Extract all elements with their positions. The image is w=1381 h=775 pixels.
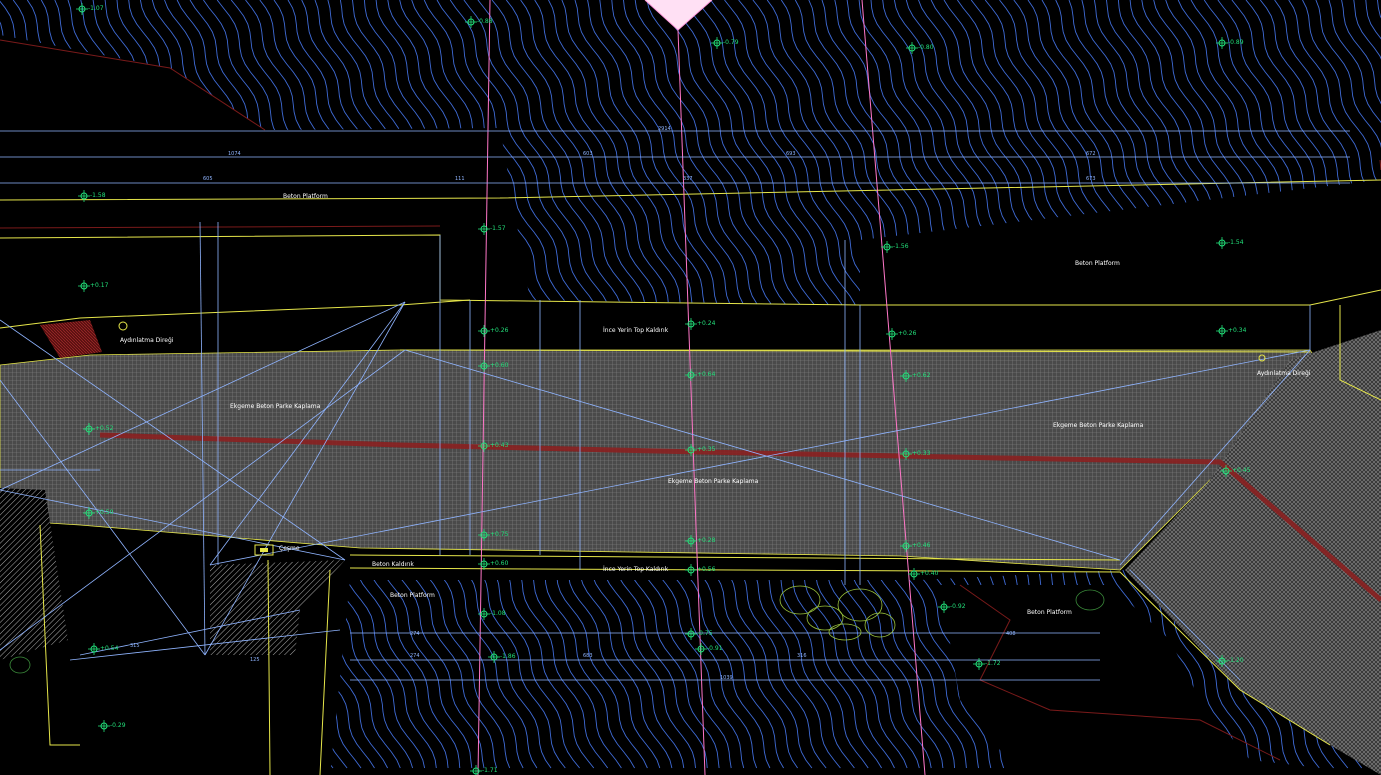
dimension-label: 683 (583, 653, 593, 659)
elevation-label: -1.72 (985, 660, 1001, 667)
dimension-label: 125 (250, 657, 260, 663)
elevation-label: -1.08 (490, 610, 506, 617)
elevation-label: +0.56 (697, 566, 716, 573)
dimension-label: 111 (455, 176, 465, 182)
elevation-label: +0.33 (912, 450, 931, 457)
elevation-label: +0.26 (490, 327, 509, 334)
label-kaldirim-top: İnce Yerin Top Kaldırık (603, 327, 669, 334)
elevation-label: +0.54 (100, 645, 119, 652)
elevation-label: +0.60 (490, 362, 509, 369)
elevation-label: -1.86 (500, 653, 516, 660)
elevation-label: -0.80 (918, 44, 934, 51)
dimension-label: 672 (1086, 151, 1096, 157)
elevation-label: +0.40 (920, 570, 939, 577)
elevation-label: +0.26 (898, 330, 917, 337)
label-cesme: Çeşme (279, 545, 300, 552)
elevation-label: -1.71 (482, 767, 498, 774)
elevation-label: -0.75 (697, 630, 713, 637)
elevation-label: -0.91 (707, 645, 723, 652)
elevation-label: -1.57 (490, 225, 506, 232)
elevation-label: +0.50 (95, 509, 114, 516)
dimension-label: 1039 (720, 675, 733, 681)
label-kaldirim-bottom: İnce Yerin Top Kaldırık (603, 566, 669, 573)
dimension-label: 693 (786, 151, 796, 157)
label-parke-kaplama-right: Ekgeme Beton Parke Kaplama (1053, 422, 1144, 429)
elevation-label: +0.35 (697, 446, 716, 453)
elevation-label: -0.88 (477, 18, 493, 25)
elevation-label: +0.24 (697, 320, 716, 327)
elevation-label: -0.89 (1228, 39, 1244, 46)
survey-point-marker (478, 608, 490, 620)
dimension-label: 337 (683, 176, 693, 182)
survey-point-marker (465, 16, 477, 28)
dimension-label: 2914 (658, 126, 671, 132)
cad-drawing-canvas[interactable] (0, 0, 1381, 775)
dimension-label: 274 (410, 631, 420, 637)
elevation-label: +0.28 (697, 537, 716, 544)
label-aydinlatma-right: Aydınlatma Direği (1257, 370, 1311, 377)
elevation-label: -1.07 (88, 5, 104, 12)
elevation-label: +0.34 (1228, 327, 1247, 334)
elevation-label: -0.79 (723, 39, 739, 46)
elevation-label: +0.75 (490, 531, 509, 538)
survey-point-marker (76, 3, 88, 15)
elevation-label: -1.56 (893, 243, 909, 250)
dimension-label: 603 (583, 151, 593, 157)
elevation-label: -1.58 (90, 192, 106, 199)
elevation-label: +0.43 (490, 442, 509, 449)
survey-point-marker (488, 651, 500, 663)
dimension-label: 274 (410, 653, 420, 659)
label-parke-kaplama-center: Ekgeme Beton Parke Kaplama (668, 478, 759, 485)
elevation-label: +0.17 (90, 282, 109, 289)
label-beton-platform-top-left: Beton Platform (283, 193, 328, 200)
elevation-label: +0.64 (697, 371, 716, 378)
label-beton-platform-top-right: Beton Platform (1075, 260, 1120, 267)
dimension-label: 315 (130, 643, 140, 649)
elevation-label: -1.54 (1228, 239, 1244, 246)
elevation-label: -0.29 (110, 722, 126, 729)
elevation-label: +0.62 (912, 372, 931, 379)
dimension-label: 605 (203, 176, 213, 182)
elevation-label: +0.45 (1232, 467, 1251, 474)
label-beton-platform-bottom-right: Beton Platform (1027, 609, 1072, 616)
survey-point-marker (906, 42, 918, 54)
dimension-label: 408 (1006, 631, 1016, 637)
label-parke-kaplama-left: Ekgeme Beton Parke Kaplama (230, 403, 321, 410)
label-beton-kaldirim: Beton Kaldırık (372, 561, 414, 568)
dimension-label: 1074 (228, 151, 241, 157)
elevation-label: +0.46 (912, 542, 931, 549)
elevation-label: +0.60 (490, 560, 509, 567)
dimension-label: 316 (797, 653, 807, 659)
survey-point-marker (685, 628, 697, 640)
elevation-label: -1.20 (1228, 657, 1244, 664)
label-aydinlatma-left: Aydınlatma Direği (120, 337, 174, 344)
elevation-label: -0.92 (950, 603, 966, 610)
dimension-label: 673 (1086, 176, 1096, 182)
elevation-label: +0.52 (95, 425, 114, 432)
label-beton-platform-bottom-left: Beton Platform (390, 592, 435, 599)
